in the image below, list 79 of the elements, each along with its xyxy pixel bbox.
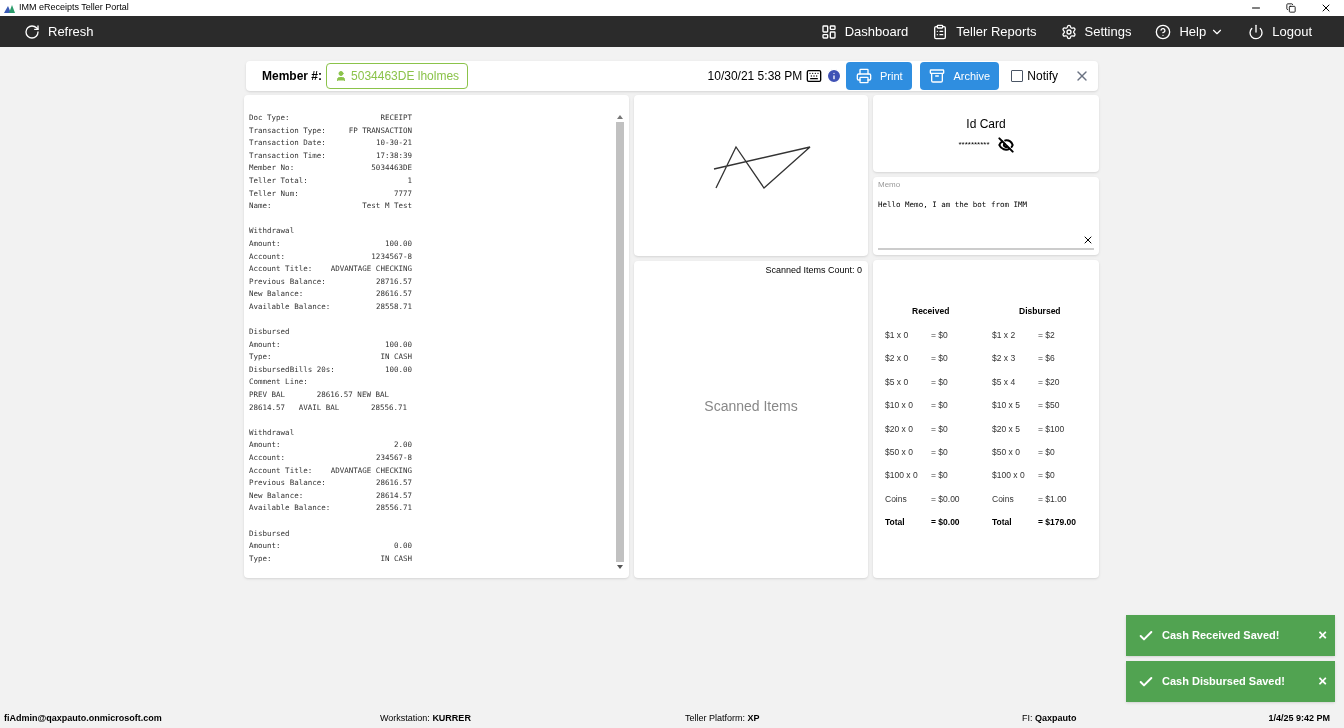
masked-id: ********** bbox=[958, 138, 990, 151]
toast-message: Cash Received Saved! bbox=[1162, 628, 1281, 644]
denomination: $100 x 0 bbox=[992, 469, 1026, 483]
subtotal: = $0 bbox=[931, 329, 948, 342]
status-item: FI: Qaxpauto bbox=[1022, 712, 1078, 726]
subtotal: = $50 bbox=[1038, 399, 1060, 412]
nav-item[interactable]: Logout bbox=[1248, 21, 1312, 42]
subtotal: = $0.00 bbox=[931, 516, 960, 529]
denomination: $50 x 0 bbox=[992, 446, 1021, 459]
denomination: $2 x 3 bbox=[992, 352, 1017, 366]
subtotal: = $0 bbox=[931, 422, 948, 436]
subtotal: = $0 bbox=[1038, 446, 1055, 459]
nav-item[interactable]: Dashboard bbox=[820, 21, 909, 42]
subtotal: = $100 bbox=[1038, 422, 1065, 436]
nav-item[interactable]: Settings bbox=[1060, 21, 1132, 42]
app-logo-icon bbox=[4, 3, 15, 13]
denomination: Total bbox=[992, 516, 1013, 529]
denomination: $10 x 5 bbox=[992, 399, 1021, 412]
power-icon bbox=[1248, 23, 1265, 40]
subtotal: = $20 bbox=[1038, 375, 1060, 389]
cash-heading: Disbursed bbox=[1019, 305, 1061, 318]
help-icon bbox=[1155, 23, 1172, 40]
subtotal: = $0 bbox=[931, 446, 948, 459]
scroll-down-icon[interactable] bbox=[617, 565, 623, 569]
cash-heading: Received bbox=[912, 305, 950, 318]
denomination: $100 x 0 bbox=[885, 469, 919, 483]
close-icon[interactable] bbox=[1320, 2, 1332, 14]
empty-message: Scanned Items bbox=[704, 396, 798, 416]
scanned-count: Scanned Items Count: 0 bbox=[765, 264, 863, 277]
subtotal: = $0 bbox=[931, 352, 948, 366]
archive-icon bbox=[929, 68, 946, 84]
notify-checkbox[interactable] bbox=[1011, 70, 1024, 82]
dashboard-icon bbox=[820, 23, 837, 40]
status-user: fiAdmin@qaxpauto.onmicrosoft.com bbox=[4, 712, 163, 726]
subtotal: = $6 bbox=[1038, 352, 1055, 366]
memo-label: Memo bbox=[878, 179, 902, 191]
restore-icon[interactable] bbox=[1286, 3, 1296, 13]
info-icon[interactable] bbox=[826, 68, 843, 84]
date-time: 10/30/21 5:38 PM bbox=[707, 68, 803, 85]
denomination: Coins bbox=[885, 492, 908, 506]
nav-item[interactable]: Help bbox=[1155, 21, 1225, 42]
member-label: Member #: bbox=[262, 68, 323, 85]
nav-item[interactable]: Teller Reports bbox=[932, 21, 1037, 42]
printer-icon bbox=[856, 68, 872, 84]
subtotal: = $1.00 bbox=[1038, 492, 1067, 506]
user-icon bbox=[335, 70, 348, 82]
eye-off-icon[interactable] bbox=[997, 136, 1014, 153]
denomination: $2 x 0 bbox=[885, 352, 910, 366]
denomination: $1 x 2 bbox=[992, 329, 1017, 342]
status-datetime: 1/4/25 9:42 PM bbox=[1268, 712, 1331, 726]
subtotal: = $179.00 bbox=[1038, 516, 1077, 529]
status-item: Teller Platform: XP bbox=[685, 712, 761, 726]
notify-label: Notify bbox=[1027, 68, 1058, 85]
clear-icon[interactable] bbox=[1082, 234, 1094, 246]
keyboard-icon[interactable] bbox=[806, 68, 823, 84]
subtotal: = $2 bbox=[1038, 329, 1055, 342]
denomination: $5 x 4 bbox=[992, 375, 1017, 389]
settings-icon bbox=[1060, 23, 1077, 40]
scroll-up-icon[interactable] bbox=[617, 115, 623, 119]
subtotal: = $0 bbox=[931, 399, 948, 412]
denomination: $20 x 5 bbox=[992, 422, 1021, 436]
denomination: $50 x 0 bbox=[885, 446, 914, 459]
denomination: $1 x 0 bbox=[885, 329, 910, 342]
id-card-title: Id Card bbox=[966, 115, 1006, 133]
subtotal: = $0 bbox=[1038, 469, 1055, 483]
window-title: IMM eReceipts Teller Portal bbox=[19, 1, 129, 15]
refresh-button[interactable]: Refresh bbox=[24, 21, 94, 42]
toast-message: Cash Disbursed Saved! bbox=[1162, 674, 1286, 690]
refresh-icon bbox=[24, 23, 40, 40]
clipboard-icon bbox=[932, 23, 949, 40]
denomination: $5 x 0 bbox=[885, 375, 910, 389]
denomination: $10 x 0 bbox=[885, 399, 914, 412]
denomination: Coins bbox=[992, 492, 1015, 506]
denomination: $20 x 0 bbox=[885, 422, 914, 436]
subtotal: = $0.00 bbox=[931, 492, 960, 506]
denomination: Total bbox=[885, 516, 906, 529]
subtotal: = $0 bbox=[931, 469, 948, 483]
subtotal: = $0 bbox=[931, 375, 948, 389]
status-item: Workstation: KURRER bbox=[380, 712, 472, 726]
